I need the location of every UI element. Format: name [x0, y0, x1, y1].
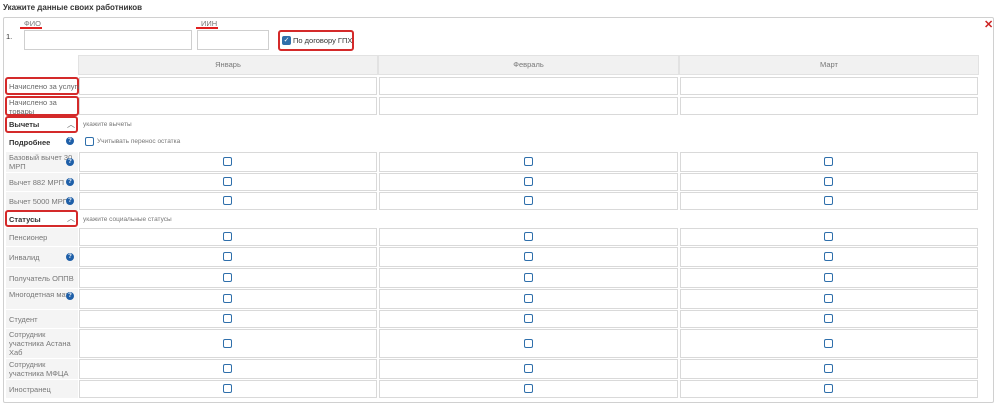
status-checkbox[interactable]: [524, 339, 533, 348]
deduction-checkbox[interactable]: [524, 157, 533, 166]
accrued-services-input[interactable]: [379, 77, 678, 95]
month-header: Январь: [78, 55, 378, 75]
question-info-icon[interactable]: ?: [66, 137, 74, 145]
status-checkbox[interactable]: [524, 232, 533, 241]
status-checkbox[interactable]: [824, 232, 833, 241]
accrued-services-input[interactable]: [79, 77, 377, 95]
status-checkbox[interactable]: [223, 339, 232, 348]
status-checkbox[interactable]: [223, 364, 232, 373]
employee-number: 1.: [6, 32, 13, 41]
deduction-checkbox[interactable]: [223, 177, 232, 186]
status-checkbox[interactable]: [223, 273, 232, 282]
deduction-checkbox[interactable]: [223, 157, 232, 166]
status-checkbox[interactable]: [223, 384, 232, 393]
chevron-up-icon[interactable]: ︿: [67, 119, 75, 130]
gpx-checkbox[interactable]: ✓: [282, 36, 291, 45]
status-row-label: Получатель ОППВ: [6, 268, 78, 288]
carryover-label: Учитывать перенос остатка: [97, 138, 181, 145]
accrued-services-input[interactable]: [680, 77, 978, 95]
iin-underline: [196, 27, 218, 29]
status-checkbox[interactable]: [824, 273, 833, 282]
deduction-checkbox[interactable]: [824, 157, 833, 166]
question-info-icon[interactable]: ?: [66, 292, 74, 300]
question-info-icon[interactable]: ?: [66, 178, 74, 186]
status-checkbox[interactable]: [223, 232, 232, 241]
month-header: Февраль: [378, 55, 679, 75]
status-row-label: Сотрудник участника МФЦА: [6, 359, 78, 379]
status-checkbox[interactable]: [223, 314, 232, 323]
iin-input[interactable]: [197, 30, 269, 50]
page-title: Укажите данные своих работников: [3, 3, 143, 12]
deductions-title: Вычеты: [9, 120, 40, 129]
status-checkbox[interactable]: [824, 384, 833, 393]
status-checkbox[interactable]: [824, 339, 833, 348]
status-checkbox[interactable]: [524, 364, 533, 373]
status-checkbox[interactable]: [223, 294, 232, 303]
status-row-label: Студент: [6, 310, 78, 328]
deduction-checkbox[interactable]: [524, 196, 533, 205]
accrued-goods-input[interactable]: [79, 97, 377, 115]
accrued-services-label: Начислено за услуги: [9, 82, 82, 91]
status-row-label: Иностранец: [6, 380, 78, 398]
statuses-hint: укажите социальные статусы: [83, 216, 172, 223]
status-checkbox[interactable]: [824, 294, 833, 303]
status-checkbox[interactable]: [524, 294, 533, 303]
status-checkbox[interactable]: [524, 314, 533, 323]
accrued-goods-input[interactable]: [379, 97, 678, 115]
deduction-checkbox[interactable]: [223, 196, 232, 205]
fio-input[interactable]: [24, 30, 192, 50]
chevron-up-icon[interactable]: ︿: [67, 213, 75, 224]
accrued-goods-input[interactable]: [680, 97, 978, 115]
fio-underline: [20, 27, 42, 29]
status-checkbox[interactable]: [524, 252, 533, 261]
deductions-hint: укажите вычеты: [83, 121, 132, 128]
status-checkbox[interactable]: [524, 273, 533, 282]
status-checkbox[interactable]: [223, 252, 232, 261]
status-checkbox[interactable]: [824, 314, 833, 323]
details-label: Подробнее: [9, 138, 51, 147]
close-icon[interactable]: ✕: [984, 18, 993, 31]
deduction-checkbox[interactable]: [524, 177, 533, 186]
deduction-checkbox[interactable]: [824, 196, 833, 205]
question-info-icon[interactable]: ?: [66, 158, 74, 166]
status-row-label: Пенсионер: [6, 228, 78, 246]
status-checkbox[interactable]: [824, 364, 833, 373]
deduction-checkbox[interactable]: [824, 177, 833, 186]
question-info-icon[interactable]: ?: [66, 253, 74, 261]
gpx-label: По договору ГПХ: [293, 36, 353, 45]
check-icon: ✓: [283, 37, 290, 44]
accrued-goods-label: Начислено за товары: [9, 98, 57, 116]
status-checkbox[interactable]: [524, 384, 533, 393]
month-header: Март: [679, 55, 979, 75]
status-checkbox[interactable]: [824, 252, 833, 261]
carryover-checkbox[interactable]: [85, 137, 94, 146]
statuses-title: Статусы: [9, 215, 41, 224]
question-info-icon[interactable]: ?: [66, 197, 74, 205]
status-row-label: Сотрудник участника Астана Хаб: [6, 329, 78, 358]
